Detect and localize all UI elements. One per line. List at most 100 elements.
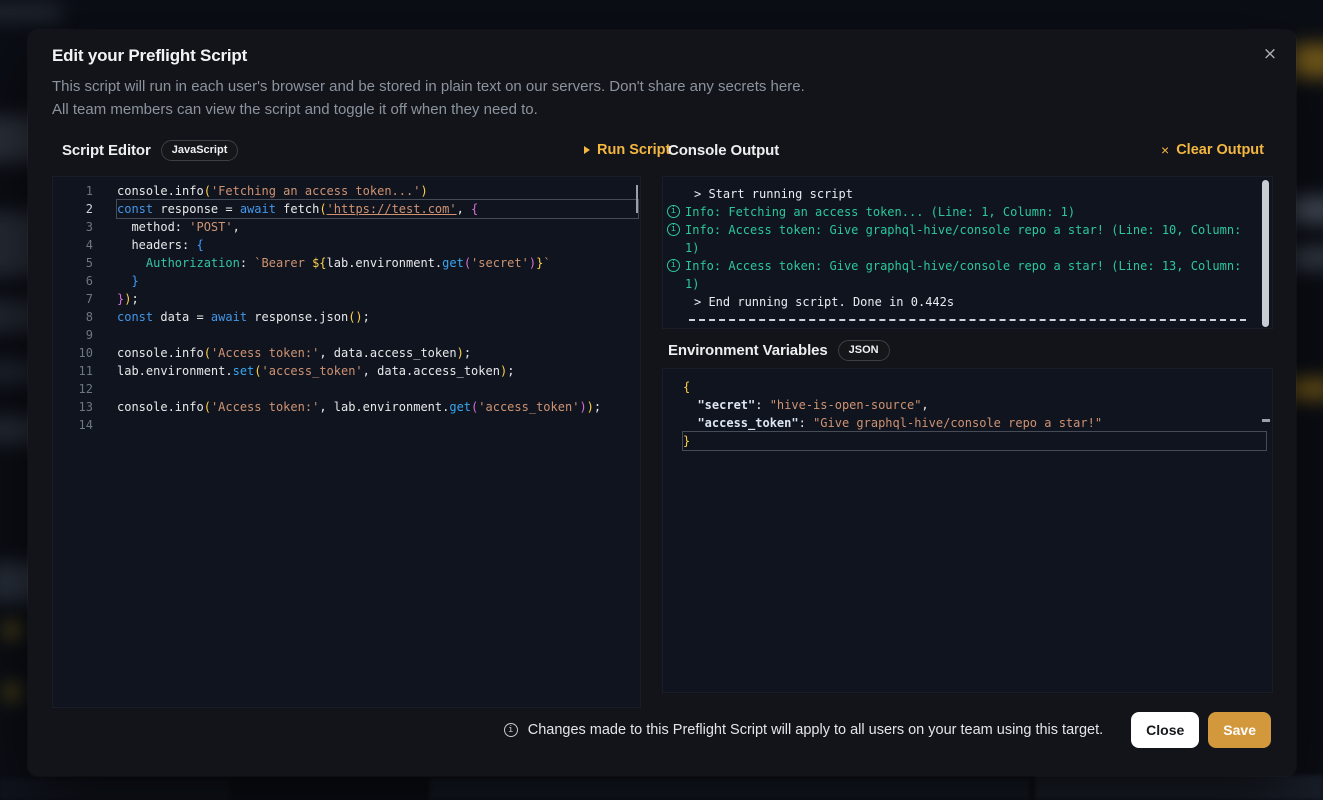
console-output[interactable]: > Start running scriptiInfo: Fetching an… bbox=[662, 176, 1273, 329]
code-line-content: "secret": "hive-is-open-source", bbox=[683, 396, 1266, 414]
preflight-script-modal: × Edit your Preflight Script This script… bbox=[28, 30, 1296, 776]
backdrop-blob bbox=[1292, 44, 1323, 78]
code-line-content: } bbox=[683, 432, 1266, 450]
code-line-content bbox=[117, 416, 638, 434]
code-line[interactable]: 10 console.info('Access token:', data.acc… bbox=[53, 344, 640, 362]
line-number: 5 bbox=[53, 254, 93, 272]
console-separator bbox=[689, 319, 1246, 321]
env-vars-header: Environment Variables JSON bbox=[668, 338, 890, 362]
code-line-content: { bbox=[683, 378, 1266, 396]
save-button[interactable]: Save bbox=[1208, 712, 1271, 748]
code-line-content: Authorization: `Bearer ${lab.environment… bbox=[117, 254, 638, 272]
footer-note-text: Changes made to this Preflight Script wi… bbox=[528, 722, 1103, 738]
code-line[interactable]: 6 } bbox=[53, 272, 640, 290]
code-line-content: const response = await fetch('https://te… bbox=[117, 200, 638, 218]
line-number: 4 bbox=[53, 236, 93, 254]
code-line-content: lab.environment.set('access_token', data… bbox=[117, 362, 638, 380]
close-button[interactable]: Close bbox=[1131, 712, 1199, 748]
language-badge: JavaScript bbox=[161, 140, 239, 161]
line-number: 6 bbox=[53, 272, 93, 290]
footer-note: i Changes made to this Preflight Script … bbox=[504, 722, 1103, 738]
play-icon bbox=[584, 146, 590, 154]
code-line[interactable]: 13 console.info('Access token:', lab.envi… bbox=[53, 398, 640, 416]
line-number: 12 bbox=[53, 380, 93, 398]
script-editor[interactable]: 1 console.info('Fetching an access token.… bbox=[52, 176, 641, 708]
code-line[interactable]: 2 const response = await fetch('https://t… bbox=[53, 200, 640, 218]
code-line[interactable]: "secret": "hive-is-open-source", bbox=[663, 396, 1272, 414]
code-line[interactable]: 14 bbox=[53, 416, 640, 434]
code-line-content: console.info('Fetching an access token..… bbox=[117, 182, 638, 200]
code-line[interactable]: 8 const data = await response.json(); bbox=[53, 308, 640, 326]
run-script-button[interactable]: Run Script bbox=[584, 138, 670, 162]
console-line: > End running script. Done in 0.442s bbox=[663, 293, 1272, 311]
env-vars-title: Environment Variables bbox=[668, 342, 828, 359]
code-line[interactable]: } bbox=[663, 432, 1272, 450]
line-number: 13 bbox=[53, 398, 93, 416]
modal-title: Edit your Preflight Script bbox=[52, 46, 247, 66]
env-vars-editor[interactable]: { "secret": "hive-is-open-source", "acce… bbox=[662, 368, 1273, 693]
code-line-content: const data = await response.json(); bbox=[117, 308, 638, 326]
code-line-content: console.info('Access token:', data.acces… bbox=[117, 344, 638, 362]
code-line[interactable]: 5 Authorization: `Bearer ${lab.environme… bbox=[53, 254, 640, 272]
backdrop-band bbox=[1035, 775, 1323, 800]
format-badge: JSON bbox=[838, 340, 890, 361]
console-line-text: > Start running script bbox=[694, 185, 1272, 203]
code-line[interactable]: 9 bbox=[53, 326, 640, 344]
line-number: 11 bbox=[53, 362, 93, 380]
console-output-title: Console Output bbox=[668, 142, 779, 159]
clear-icon: × bbox=[1161, 143, 1169, 157]
console-line: > Start running script bbox=[663, 185, 1272, 203]
run-script-label: Run Script bbox=[597, 142, 670, 158]
code-line[interactable]: 7}); bbox=[53, 290, 640, 308]
close-icon[interactable]: × bbox=[1260, 44, 1280, 64]
script-editor-title: Script Editor bbox=[62, 142, 151, 159]
clear-output-label: Clear Output bbox=[1176, 142, 1264, 158]
console-scrollbar[interactable] bbox=[1262, 180, 1269, 327]
code-line[interactable]: 1 console.info('Fetching an access token.… bbox=[53, 182, 640, 200]
console-line: iInfo: Fetching an access token... (Line… bbox=[663, 203, 1272, 221]
line-number: 7 bbox=[53, 290, 93, 308]
code-line-content bbox=[117, 380, 638, 398]
backdrop-band bbox=[0, 778, 230, 800]
modal-footer: i Changes made to this Preflight Script … bbox=[52, 712, 1271, 748]
code-line-content: } bbox=[117, 272, 638, 290]
line-number: 10 bbox=[53, 344, 93, 362]
line-number: 8 bbox=[53, 308, 93, 326]
code-line[interactable]: 4 headers: { bbox=[53, 236, 640, 254]
console-header: Console Output bbox=[668, 138, 779, 162]
backdrop-blob bbox=[4, 684, 20, 700]
code-line[interactable]: 3 method: 'POST', bbox=[53, 218, 640, 236]
console-line-text: Info: Access token: Give graphql-hive/co… bbox=[685, 257, 1254, 293]
backdrop-blob bbox=[4, 622, 20, 638]
code-line-content: }); bbox=[117, 290, 638, 308]
description-line-1: This script will run in each user's brow… bbox=[52, 75, 805, 98]
code-line[interactable]: 11 lab.environment.set('access_token', da… bbox=[53, 362, 640, 380]
info-icon: i bbox=[667, 205, 680, 218]
console-line-text: Info: Access token: Give graphql-hive/co… bbox=[685, 221, 1254, 257]
code-line[interactable]: "access_token": "Give graphql-hive/conso… bbox=[663, 414, 1272, 432]
script-editor-header: Script Editor JavaScript bbox=[62, 138, 238, 162]
console-line: i Info: Access token: Give graphql-hive/c… bbox=[663, 257, 1272, 293]
code-line[interactable]: { bbox=[663, 378, 1272, 396]
clear-output-button[interactable]: × Clear Output bbox=[1161, 138, 1264, 162]
line-number: 14 bbox=[53, 416, 93, 434]
console-line-text: > End running script. Done in 0.442s bbox=[694, 293, 1272, 311]
backdrop-band bbox=[430, 778, 1030, 800]
backdrop-blob bbox=[0, 4, 62, 20]
code-line-content: console.info('Access token:', lab.enviro… bbox=[117, 398, 638, 416]
info-icon: i bbox=[667, 259, 680, 272]
code-line[interactable]: 12 bbox=[53, 380, 640, 398]
description-line-2: All team members can view the script and… bbox=[52, 98, 805, 121]
line-number: 2 bbox=[53, 200, 93, 218]
modal-description: This script will run in each user's brow… bbox=[52, 75, 805, 121]
code-line-content bbox=[117, 326, 638, 344]
info-icon: i bbox=[667, 223, 680, 236]
line-number: 1 bbox=[53, 182, 93, 200]
info-icon: i bbox=[504, 723, 518, 737]
line-number: 9 bbox=[53, 326, 93, 344]
code-line-content: "access_token": "Give graphql-hive/conso… bbox=[683, 414, 1266, 432]
overview-ruler-mark bbox=[1262, 419, 1270, 422]
console-line: i Info: Access token: Give graphql-hive/c… bbox=[663, 221, 1272, 257]
code-line-content: method: 'POST', bbox=[117, 218, 638, 236]
code-line-content: headers: { bbox=[117, 236, 638, 254]
